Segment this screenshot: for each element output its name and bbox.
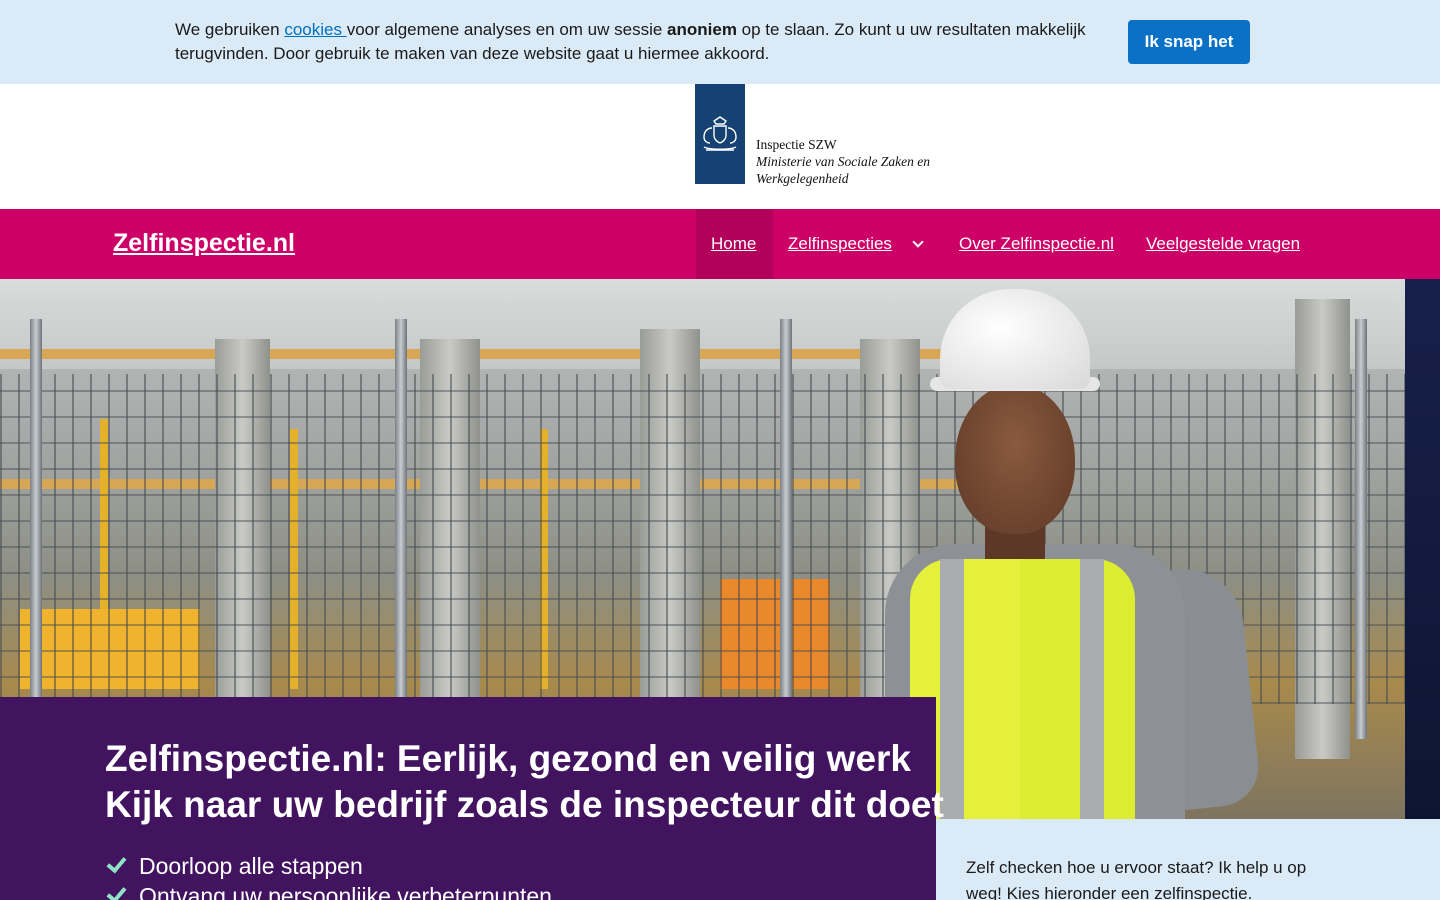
cookie-text-bold: anoniem	[667, 20, 737, 39]
nav-item-label: Veelgestelde vragen	[1146, 234, 1301, 253]
nav-item-zelfinspecties[interactable]: Zelfinspecties	[788, 209, 924, 279]
cookie-text-middle: voor algemene analyses en om uw sessie	[346, 20, 668, 39]
worker-face	[955, 384, 1075, 534]
main-navigation: Zelfinspectie.nl Home Zelfinspecties Ove…	[0, 209, 1440, 279]
cookie-message: We gebruiken cookies voor algemene analy…	[175, 18, 1095, 66]
hero-text-panel: Zelfinspectie.nl: Eerlijk, gezond en vei…	[0, 697, 944, 900]
fence-post	[395, 319, 407, 739]
logo-title: Inspectie SZW	[756, 137, 837, 152]
dark-edge	[1405, 279, 1440, 819]
coat-of-arms-icon	[703, 116, 737, 151]
cookies-link[interactable]: cookies	[284, 20, 346, 39]
site-header: Inspectie SZW Ministerie van Sociale Zak…	[0, 84, 1440, 209]
nav-item-label: Over Zelfinspectie.nl	[959, 234, 1114, 253]
cookie-text-before: We gebruiken	[175, 20, 285, 39]
checkmark-icon	[106, 882, 127, 900]
chevron-down-icon	[912, 236, 924, 248]
government-logo[interactable]	[695, 84, 745, 184]
list-item-label: Ontvang uw persoonlijke verbeterpunten	[139, 883, 552, 900]
vest-reflective-stripe	[940, 559, 964, 819]
list-item: Ontvang uw persoonlijke verbeterpunten	[106, 881, 552, 900]
accept-cookies-button[interactable]: Ik snap het	[1128, 20, 1250, 64]
list-item-label: Doorloop alle stappen	[139, 853, 363, 879]
safety-vest	[1020, 559, 1135, 819]
page-subtitle: Kijk naar uw bedrijf zoals de inspecteur…	[105, 784, 944, 825]
logo-subtitle-line2: Werkgelegenheid	[756, 171, 849, 186]
fence-post	[780, 319, 792, 739]
hard-hat	[940, 289, 1090, 389]
nav-item-label: Zelfinspecties	[788, 234, 892, 253]
nav-item-label: Home	[711, 234, 757, 253]
nav-item-faq[interactable]: Veelgestelde vragen	[1146, 209, 1300, 279]
vest-reflective-stripe	[1080, 559, 1104, 819]
fence-post	[30, 319, 42, 739]
page-title: Zelfinspectie.nl: Eerlijk, gezond en vei…	[105, 738, 911, 779]
logo-wordmark: Inspectie SZW Ministerie van Sociale Zak…	[756, 136, 930, 187]
list-item: Doorloop alle stappen	[106, 851, 552, 881]
cookie-banner: We gebruiken cookies voor algemene analy…	[0, 0, 1440, 84]
intro-text: Zelf checken hoe u ervoor staat? Ik help…	[966, 858, 1307, 900]
site-brand-link[interactable]: Zelfinspectie.nl	[113, 229, 295, 258]
intro-panel: Zelf checken hoe u ervoor staat? Ik help…	[936, 819, 1440, 900]
logo-subtitle-line1: Ministerie van Sociale Zaken en	[756, 154, 930, 169]
nav-item-home[interactable]: Home	[696, 209, 773, 279]
fence-post	[1355, 319, 1367, 739]
benefits-list: Doorloop alle stappen Ontvang uw persoon…	[106, 851, 552, 900]
checkmark-icon	[106, 852, 127, 874]
nav-item-over[interactable]: Over Zelfinspectie.nl	[959, 209, 1114, 279]
